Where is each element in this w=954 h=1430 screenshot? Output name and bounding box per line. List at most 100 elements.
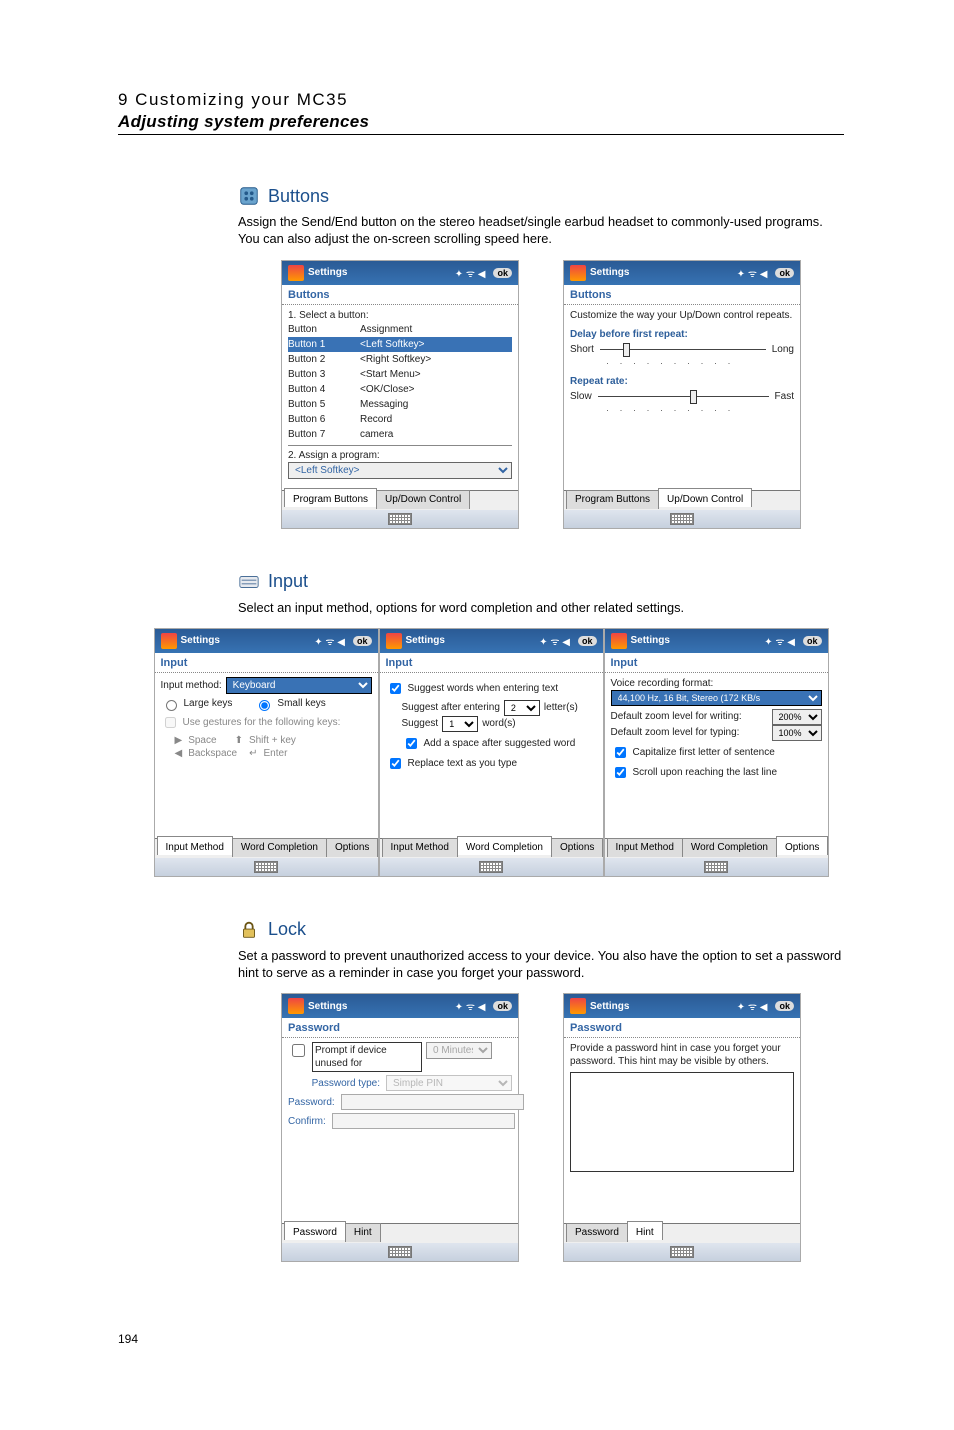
replace-text-label: Replace text as you type <box>408 757 518 770</box>
password-field[interactable] <box>341 1094 524 1110</box>
start-flag-icon <box>161 633 177 649</box>
screen-header: Input <box>380 653 603 673</box>
buttons-icon <box>238 185 260 207</box>
ok-button[interactable]: ok <box>493 1001 512 1011</box>
voice-format-label: Voice recording format: <box>611 677 822 690</box>
input-method-label: Input method: <box>161 679 222 692</box>
confirm-field[interactable] <box>332 1113 515 1129</box>
sip-keyboard-icon[interactable] <box>670 1246 694 1258</box>
letters-label: letter(s) <box>544 701 578 714</box>
shift-label: Shift + key <box>249 734 296 747</box>
small-keys-radio[interactable] <box>259 700 270 711</box>
suggest-label: Suggest <box>402 717 439 730</box>
section-title-input: Input <box>268 571 308 592</box>
sip-keyboard-icon[interactable] <box>670 513 694 525</box>
replace-text-checkbox[interactable] <box>390 758 401 769</box>
sip-keyboard-icon[interactable] <box>254 861 278 873</box>
start-flag-icon <box>288 265 304 281</box>
duration-select[interactable]: 0 Minutes <box>426 1042 492 1059</box>
ok-button[interactable]: ok <box>353 636 372 646</box>
tab-updown-control[interactable]: Up/Down Control <box>658 488 752 507</box>
tab-input-method[interactable]: Input Method <box>607 838 683 857</box>
section-title-buttons: Buttons <box>268 186 329 207</box>
password-type-label: Password type: <box>288 1077 380 1090</box>
prompt-unused-checkbox[interactable] <box>292 1044 305 1057</box>
password-label: Password: <box>288 1096 335 1109</box>
zoom-typing-select[interactable]: 100% <box>772 725 822 741</box>
tab-updown-control[interactable]: Up/Down Control <box>376 490 470 509</box>
col-assignment: Assignment <box>360 323 512 336</box>
input-method-select[interactable]: Keyboard <box>226 677 372 694</box>
titlebar-text: Settings <box>631 635 670 646</box>
start-flag-icon <box>570 265 586 281</box>
signal-icon: ✦ ᯤ ◀ <box>737 999 768 1013</box>
button-row[interactable]: Button 2<Right Softkey> <box>288 352 512 367</box>
tab-password[interactable]: Password <box>566 1223 628 1242</box>
button-row[interactable]: Button 6Record <box>288 412 512 427</box>
tab-hint[interactable]: Hint <box>345 1223 381 1242</box>
ok-button[interactable]: ok <box>578 636 597 646</box>
tab-word-completion[interactable]: Word Completion <box>682 838 777 857</box>
tab-word-completion[interactable]: Word Completion <box>232 838 327 857</box>
delay-slider[interactable] <box>600 346 766 353</box>
suggest-after-label: Suggest after entering <box>402 701 500 714</box>
repeat-label: Repeat rate: <box>570 375 794 388</box>
tab-password[interactable]: Password <box>284 1221 346 1240</box>
titlebar-text: Settings <box>308 1001 347 1012</box>
screen-header: Buttons <box>282 285 518 305</box>
screen-header: Password <box>282 1018 518 1038</box>
large-keys-radio[interactable] <box>166 700 177 711</box>
sip-keyboard-icon[interactable] <box>388 513 412 525</box>
tab-input-method[interactable]: Input Method <box>157 836 233 855</box>
ok-button[interactable]: ok <box>803 636 822 646</box>
assign-program-select[interactable]: <Left Softkey> <box>288 462 512 479</box>
gestures-label: Use gestures for the following keys: <box>183 716 341 729</box>
slow-label: Slow <box>570 390 592 403</box>
add-space-checkbox[interactable] <box>406 738 417 749</box>
ok-button[interactable]: ok <box>775 1001 794 1011</box>
letters-select[interactable]: 2 <box>504 700 540 716</box>
button-row[interactable]: Button 3<Start Menu> <box>288 367 512 382</box>
start-flag-icon <box>570 998 586 1014</box>
suggest-words-checkbox[interactable] <box>390 683 401 694</box>
capitalize-checkbox[interactable] <box>615 747 626 758</box>
button-row[interactable]: Button 7camera <box>288 427 512 442</box>
sip-keyboard-icon[interactable] <box>479 861 503 873</box>
page-number: 194 <box>118 1332 844 1346</box>
col-button: Button <box>288 323 360 336</box>
screenshot-password: Settings✦ ᯤ ◀ok Password Prompt if devic… <box>281 993 519 1262</box>
voice-format-select[interactable]: 44,100 Hz, 16 Bit, Stereo (172 KB/s <box>611 690 822 706</box>
words-select[interactable]: 1 <box>442 716 478 732</box>
tab-hint[interactable]: Hint <box>627 1221 663 1240</box>
words-label: word(s) <box>482 717 515 730</box>
tab-options[interactable]: Options <box>776 836 828 855</box>
password-type-select[interactable]: Simple PIN <box>386 1075 512 1091</box>
button-row[interactable]: Button 5Messaging <box>288 397 512 412</box>
tab-options[interactable]: Options <box>551 838 603 857</box>
screenshot-buttons-updown: Settings ✦ ᯤ ◀ ok Buttons Customize the … <box>563 260 801 529</box>
gestures-checkbox[interactable] <box>165 717 176 728</box>
titlebar-text: Settings <box>308 267 347 278</box>
tab-input-method[interactable]: Input Method <box>382 838 458 857</box>
tab-program-buttons[interactable]: Program Buttons <box>566 490 659 509</box>
scroll-checkbox[interactable] <box>615 767 626 778</box>
hint-info-text: Provide a password hint in case you forg… <box>570 1042 794 1068</box>
ok-button[interactable]: ok <box>493 268 512 278</box>
tab-word-completion[interactable]: Word Completion <box>457 836 552 855</box>
button-row[interactable]: Button 1<Left Softkey> <box>288 337 512 352</box>
sip-keyboard-icon[interactable] <box>704 861 728 873</box>
info-text: Customize the way your Up/Down control r… <box>570 309 794 322</box>
tab-options[interactable]: Options <box>326 838 378 857</box>
hint-textarea[interactable] <box>570 1072 794 1172</box>
button-row[interactable]: Button 4<OK/Close> <box>288 382 512 397</box>
zoom-typing-label: Default zoom level for typing: <box>611 726 768 739</box>
zoom-writing-label: Default zoom level for writing: <box>611 710 768 723</box>
ok-button[interactable]: ok <box>775 268 794 278</box>
screenshot-input-options: Settings✦ ᯤ ◀ok Input Voice recording fo… <box>604 628 829 877</box>
repeat-slider[interactable] <box>598 393 769 400</box>
zoom-writing-select[interactable]: 200% <box>772 709 822 725</box>
lock-icon <box>238 919 260 941</box>
tab-program-buttons[interactable]: Program Buttons <box>284 488 377 507</box>
sip-keyboard-icon[interactable] <box>388 1246 412 1258</box>
signal-icon: ✦ ᯤ ◀ <box>314 634 345 648</box>
